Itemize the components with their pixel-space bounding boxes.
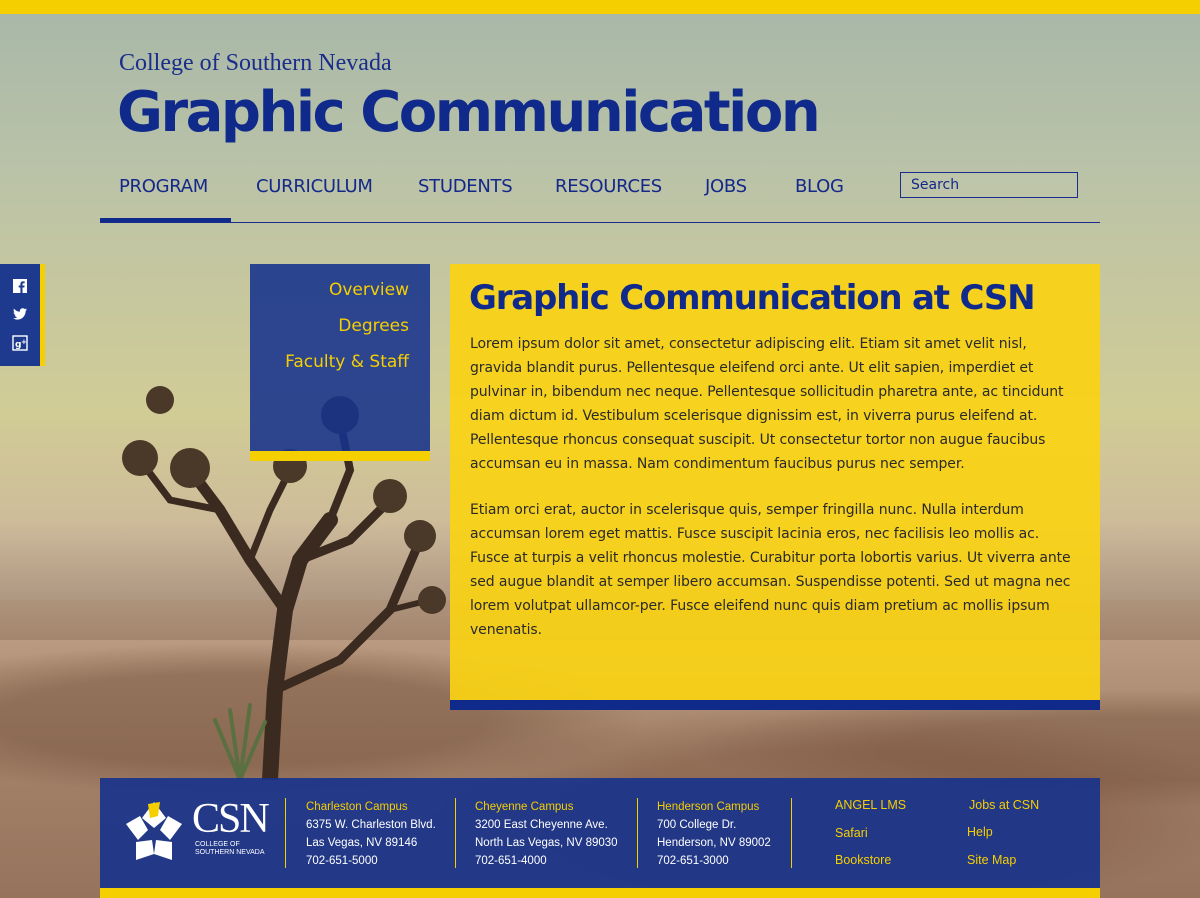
campus-name: Henderson Campus — [657, 801, 760, 813]
nav-item-blog[interactable]: BLOG — [795, 176, 844, 197]
top-accent-bar — [0, 0, 1200, 14]
nav-item-jobs[interactable]: JOBS — [705, 176, 747, 197]
nav-item-curriculum[interactable]: CURRICULUM — [256, 176, 373, 197]
campus-cheyenne: Cheyenne Campus 3200 East Cheyenne Ave. … — [475, 798, 618, 870]
facebook-icon[interactable] — [12, 278, 28, 294]
footer-link-help[interactable]: Help — [967, 825, 993, 839]
svg-text:+: + — [21, 338, 27, 346]
footer-link-jobs-at-csn[interactable]: Jobs at CSN — [969, 798, 1039, 812]
campus-address: 3200 East Cheyenne Ave. — [475, 819, 608, 831]
main-content-panel: Graphic Communication at CSN Lorem ipsum… — [450, 264, 1100, 710]
content-paragraph-1: Lorem ipsum dolor sit amet, consectetur … — [470, 336, 1064, 472]
nav-item-resources[interactable]: RESOURCES — [555, 176, 662, 197]
nav-item-program[interactable]: PROGRAM — [119, 176, 208, 197]
csn-logo-icon[interactable] — [120, 798, 188, 866]
footer-link-site-map[interactable]: Site Map — [967, 853, 1016, 867]
footer-link-bookstore[interactable]: Bookstore — [835, 853, 891, 867]
campus-city: North Las Vegas, NV 89030 — [475, 837, 618, 849]
footer-link-angel-lms[interactable]: ANGEL LMS — [835, 798, 906, 812]
campus-city: Henderson, NV 89002 — [657, 837, 771, 849]
sub-nav: Overview Degrees Faculty & Staff — [250, 264, 430, 461]
campus-phone: 702-651-3000 — [657, 855, 729, 867]
nav-item-students[interactable]: STUDENTS — [418, 176, 513, 197]
campus-name: Charleston Campus — [306, 801, 408, 813]
campus-address: 6375 W. Charleston Blvd. — [306, 819, 436, 831]
footer-divider — [637, 798, 638, 868]
nav-divider — [100, 222, 1100, 223]
footer: CSN COLLEGE OF SOUTHERN NEVADA Charlesto… — [100, 778, 1100, 898]
campus-phone: 702-651-4000 — [475, 855, 547, 867]
csn-logo-subtext: COLLEGE OF SOUTHERN NEVADA — [195, 841, 265, 856]
content-heading: Graphic Communication at CSN — [469, 278, 1036, 318]
campus-name: Cheyenne Campus — [475, 801, 574, 813]
subnav-item-faculty-staff[interactable]: Faculty & Staff — [285, 352, 409, 372]
footer-divider — [285, 798, 286, 868]
footer-divider — [455, 798, 456, 868]
campus-phone: 702-651-5000 — [306, 855, 378, 867]
social-sidebar: g + — [0, 264, 45, 366]
footer-divider — [791, 798, 792, 868]
content-paragraph-2: Etiam orci erat, auctor in scelerisque q… — [470, 502, 1071, 638]
campus-henderson: Henderson Campus 700 College Dr. Henders… — [657, 798, 771, 870]
google-plus-icon[interactable]: g + — [12, 335, 28, 351]
csn-logo-text[interactable]: CSN — [192, 798, 270, 840]
subnav-item-overview[interactable]: Overview — [329, 280, 409, 300]
campus-city: Las Vegas, NV 89146 — [306, 837, 418, 849]
footer-link-safari[interactable]: Safari — [835, 826, 868, 840]
campus-address: 700 College Dr. — [657, 819, 737, 831]
twitter-icon[interactable] — [12, 306, 28, 322]
subnav-item-degrees[interactable]: Degrees — [338, 316, 409, 336]
campus-charleston: Charleston Campus 6375 W. Charleston Blv… — [306, 798, 436, 870]
search-input[interactable] — [900, 172, 1078, 198]
site-title[interactable]: Graphic Communication — [117, 80, 821, 145]
college-name[interactable]: College of Southern Nevada — [119, 50, 392, 77]
